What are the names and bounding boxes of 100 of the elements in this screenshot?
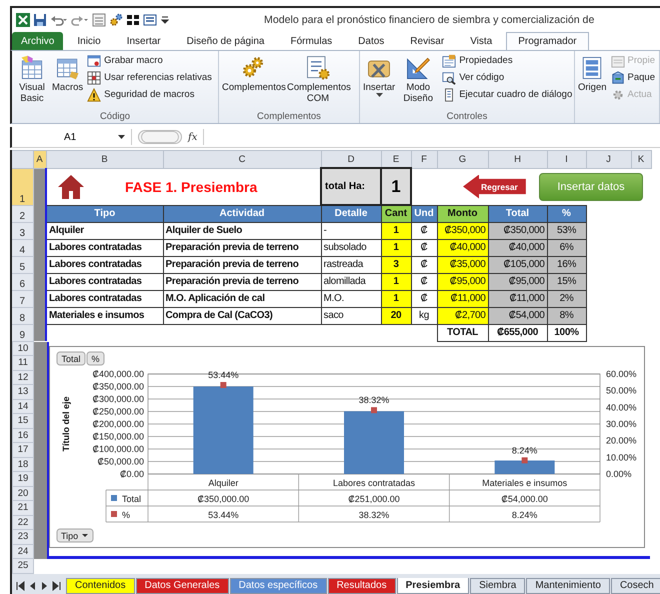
column-header[interactable]: B (46, 150, 163, 168)
row-header[interactable]: 1 (11, 168, 33, 205)
column-header[interactable]: J (586, 150, 631, 168)
table-cell: ₡ (411, 239, 437, 256)
ribbon-button[interactable]: Usar referencias relativas (87, 70, 212, 85)
ribbon-button[interactable]: Visual Basic (14, 53, 50, 105)
ribbon-tab[interactable]: Diseño de página (174, 32, 276, 50)
table-cell: kg (411, 307, 437, 324)
row-header[interactable]: 22 (12, 516, 34, 530)
column-header[interactable]: C (163, 150, 321, 168)
row-header[interactable]: 9 (11, 324, 33, 341)
table-cell: rastreada (321, 256, 381, 273)
oval-handle-icon[interactable] (138, 130, 182, 144)
ribbon-button[interactable]: Origen (577, 53, 608, 94)
row-header[interactable]: 24 (12, 544, 34, 559)
table-cell: 1 (381, 222, 411, 239)
table-cell: alomillada (321, 273, 381, 290)
row-header[interactable]: 11 (12, 356, 34, 370)
row-header[interactable]: 3 (11, 222, 33, 239)
insert-function-button[interactable]: fx (188, 132, 198, 142)
column-heading: Tipo (46, 205, 163, 222)
ribbon-button[interactable]: Seguridad de macros (87, 87, 212, 102)
previous-sheet-icon[interactable] (28, 580, 37, 590)
row-header[interactable]: 25 (12, 559, 34, 574)
ribbon-tab[interactable]: Insertar (114, 32, 173, 50)
excel-logo-icon[interactable] (16, 12, 30, 26)
axis-tick-label: ₡150,000.00 (92, 431, 144, 441)
row-header[interactable]: 16 (12, 428, 34, 443)
column-heading: Monto (437, 205, 488, 222)
sheet-tab[interactable]: Resultados (328, 578, 396, 594)
ribbon-tab[interactable]: Fórmulas (278, 32, 344, 50)
grid-view-icon[interactable] (126, 12, 140, 26)
ribbon-button[interactable]: Insertar (362, 53, 396, 98)
next-sheet-icon[interactable] (40, 580, 49, 590)
ribbon-button[interactable]: Paque (610, 70, 655, 85)
row-header[interactable]: 7 (11, 290, 33, 307)
table-cell: ₡105,000 (488, 256, 547, 273)
ribbon-tab[interactable]: Inicio (65, 32, 113, 50)
column-header[interactable]: H (488, 150, 547, 168)
ribbon-tab[interactable]: Revisar (398, 32, 456, 50)
sheet-tab[interactable]: Contenidos (66, 578, 135, 594)
save-icon[interactable] (33, 12, 47, 26)
ribbon-tab[interactable]: Programador (506, 32, 589, 50)
row-header[interactable]: 15 (12, 414, 34, 428)
column-heading: Total (488, 205, 547, 222)
pivot-field-button[interactable]: Total (56, 351, 86, 365)
caret-icon (376, 93, 383, 97)
axis-field-button[interactable]: Tipo (56, 528, 94, 542)
name-box[interactable]: A1 (12, 129, 132, 145)
axis-tick-label: ₡200,000.00 (92, 418, 144, 428)
ribbon-button[interactable]: Modo Diseño (397, 53, 440, 105)
row-header[interactable]: 17 (12, 443, 34, 458)
column-header[interactable]: G (437, 150, 488, 168)
ribbon-button[interactable]: Complementos (221, 53, 285, 94)
row-header[interactable]: 4 (11, 239, 33, 256)
row-header[interactable]: 5 (11, 256, 33, 273)
row-header[interactable]: 21 (12, 501, 34, 516)
ribbon-button[interactable]: Macros (51, 53, 84, 94)
ribbon-button[interactable]: Grabar macro (87, 53, 212, 68)
sheet-tab[interactable]: Mantenimiento (526, 578, 610, 594)
legend-label: Total (122, 494, 142, 504)
ribbon-tab[interactable]: Datos (346, 32, 396, 50)
ribbon-button[interactable]: Propiedades (442, 53, 572, 68)
column-header[interactable]: K (631, 150, 651, 168)
row-header[interactable]: 23 (12, 530, 34, 544)
sheet-tab[interactable]: Siembra (470, 578, 526, 594)
gears-icon[interactable] (109, 12, 123, 26)
column-header[interactable]: E (381, 150, 411, 168)
table-cell: 100% (547, 324, 586, 341)
row-header[interactable]: 19 (12, 472, 34, 486)
column-header[interactable]: I (547, 150, 586, 168)
row-header[interactable]: 10 (12, 342, 34, 356)
sheet-tab[interactable]: Datos Generales (136, 578, 229, 594)
row-header[interactable]: 2 (11, 205, 33, 222)
first-sheet-icon[interactable] (16, 580, 25, 590)
back-arrow-button[interactable]: Regresar (463, 174, 526, 198)
table-cell: 2% (547, 290, 586, 307)
row-header[interactable]: 13 (12, 385, 34, 400)
column-header[interactable]: A (33, 150, 46, 168)
row-header[interactable]: 20 (12, 486, 34, 501)
ribbon-button[interactable]: Ejecutar cuadro de diálogo (442, 87, 572, 102)
row-header[interactable]: 18 (12, 458, 34, 472)
pivot-field-button[interactable]: % (86, 351, 104, 365)
row-header[interactable]: 8 (11, 307, 33, 324)
row-header[interactable]: 12 (12, 370, 34, 385)
ribbon-tab[interactable]: Vista (458, 32, 504, 50)
sheet-tab[interactable]: Presiembra (396, 578, 470, 594)
sheet-tab[interactable]: Cosech (610, 578, 660, 594)
row-header[interactable]: 14 (12, 400, 34, 414)
ribbon-button[interactable]: Ver código (442, 70, 572, 85)
row-header[interactable]: 6 (11, 273, 33, 290)
form-icon[interactable] (143, 12, 157, 26)
ribbon-button[interactable]: Complementos COM (286, 53, 350, 105)
column-header[interactable]: F (411, 150, 437, 168)
column-header[interactable]: D (321, 150, 381, 168)
total-ha-label: total Ha: (321, 168, 381, 205)
select-all-button[interactable] (11, 150, 33, 168)
house-icon[interactable] (57, 174, 85, 200)
last-sheet-icon[interactable] (52, 580, 61, 590)
ribbon-tab[interactable]: Archivo (12, 32, 64, 50)
